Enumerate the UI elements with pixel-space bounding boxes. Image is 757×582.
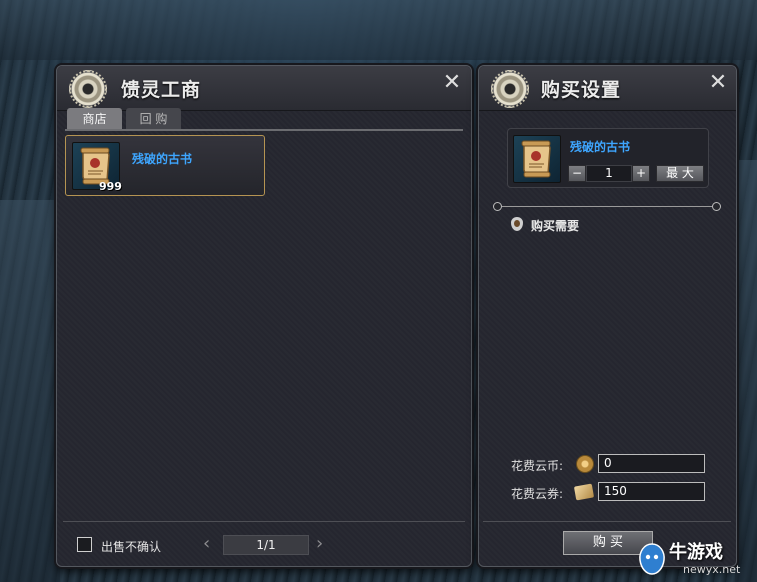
watermark-site: newyx.net	[683, 563, 741, 576]
skip-sell-confirm-checkbox[interactable]	[77, 537, 92, 552]
item-stack-count: 999	[99, 180, 122, 193]
site-watermark: 牛游戏 newyx.net	[638, 538, 754, 580]
increase-quantity-button[interactable]: +	[632, 165, 650, 182]
watermark-brand: 牛游戏	[669, 542, 723, 563]
item-slot	[513, 135, 561, 183]
shop-panel: 馈灵工商 ✕ 商店 回 购 999 残破的古书 出售不确认 ‹ 1/1 ›	[56, 65, 472, 567]
gear-emblem-icon	[69, 70, 107, 108]
shop-panel-header	[57, 66, 471, 111]
section-divider	[502, 206, 712, 207]
watermark-logo-icon	[639, 543, 665, 575]
prev-page-icon[interactable]: ‹	[203, 533, 210, 554]
purchase-item-box: 残破的古书 − 1 + 最 大	[507, 128, 709, 188]
cloud-coin-cost-value: 0	[598, 454, 705, 473]
shield-bullet-icon	[511, 217, 523, 231]
max-quantity-button[interactable]: 最 大	[656, 165, 704, 182]
cloud-voucher-icon	[573, 483, 595, 501]
close-icon[interactable]: ✕	[707, 72, 729, 94]
cloud-coin-cost-label: 花费云币:	[511, 459, 564, 473]
tab-divider	[65, 129, 463, 131]
page-indicator: 1/1	[223, 535, 309, 555]
shop-panel-title: 馈灵工商	[121, 79, 202, 101]
next-page-icon[interactable]: ›	[316, 533, 323, 554]
cloud-voucher-cost-label: 花费云券:	[511, 487, 564, 501]
divider-right-dot	[712, 202, 721, 211]
decrease-quantity-button[interactable]: −	[568, 165, 586, 182]
footer-divider	[483, 521, 731, 522]
purchase-panel: 购买设置 ✕ 残破的古书 − 1 + 最 大 购买需要 花费云币: 0 花费云券…	[478, 65, 737, 567]
gear-emblem-icon	[491, 70, 529, 108]
cloud-coin-icon	[576, 455, 594, 473]
quantity-input[interactable]: 1	[586, 165, 632, 182]
purchase-requirements-title: 购买需要	[531, 219, 580, 233]
item-name: 残破的古书	[132, 152, 193, 166]
purchase-panel-title: 购买设置	[541, 79, 622, 101]
tab-shop[interactable]: 商店	[67, 108, 122, 130]
shop-item-row[interactable]: 999 残破的古书	[65, 135, 265, 196]
tab-buyback[interactable]: 回 购	[126, 108, 181, 130]
footer-divider	[63, 521, 465, 522]
close-icon[interactable]: ✕	[441, 72, 463, 94]
ancient-scroll-icon	[521, 140, 551, 178]
divider-left-dot	[493, 202, 502, 211]
purchase-item-name: 残破的古书	[570, 140, 631, 154]
skip-sell-confirm-label: 出售不确认	[101, 540, 162, 554]
cloud-voucher-cost-value: 150	[598, 482, 705, 501]
